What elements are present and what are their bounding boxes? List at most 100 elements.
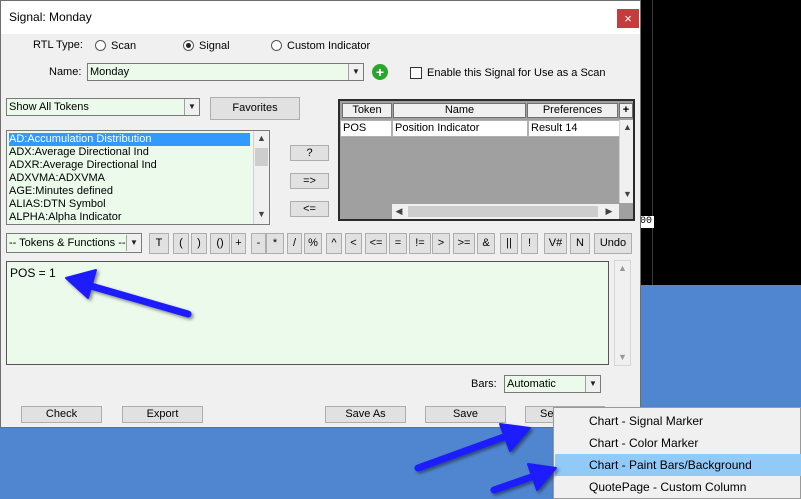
chevron-down-icon[interactable]: ▼ bbox=[620, 187, 633, 202]
token-grid[interactable]: Token Name Preferences + POS Position In… bbox=[338, 99, 635, 221]
operator-button-minus[interactable]: - bbox=[251, 233, 266, 254]
menu-item-chart-paint-bars[interactable]: Chart - Paint Bars/Background bbox=[555, 454, 801, 476]
name-label: Name: bbox=[49, 66, 82, 78]
add-signal-icon[interactable]: + bbox=[372, 64, 388, 80]
menu-item-chart-signal-marker[interactable]: Chart - Signal Marker bbox=[555, 410, 801, 432]
close-button[interactable]: × bbox=[617, 9, 639, 28]
chevron-down-icon[interactable]: ▼ bbox=[615, 350, 630, 365]
functions-combobox[interactable]: -- Tokens & Functions -- ▼ bbox=[6, 233, 142, 253]
chevron-up-icon[interactable]: ▲ bbox=[254, 131, 269, 146]
list-item[interactable]: ADXVMA:ADXVMA bbox=[9, 172, 105, 185]
name-value: Monday bbox=[90, 66, 130, 78]
check-button[interactable]: Check bbox=[21, 406, 102, 423]
grid-cell-name[interactable]: Position Indicator bbox=[392, 120, 528, 137]
remove-token-button[interactable]: <= bbox=[290, 201, 329, 217]
operator-button-t[interactable]: T bbox=[149, 233, 169, 254]
chevron-left-icon[interactable]: ◀ bbox=[392, 204, 406, 219]
token-list-scrollbar[interactable]: ▲ ▼ bbox=[253, 131, 269, 224]
name-combobox[interactable]: Monday ▼ bbox=[87, 63, 364, 81]
background-chart-gridline bbox=[652, 0, 653, 285]
operator-button-close-paren[interactable]: ) bbox=[191, 233, 207, 254]
grid-horizontal-scrollbar[interactable]: ◀ ▶ bbox=[392, 204, 619, 219]
formula-text: POS = 1 bbox=[10, 266, 56, 280]
send-to-context-menu: Chart - Signal Marker Chart - Color Mark… bbox=[553, 407, 801, 499]
add-row-icon[interactable]: + bbox=[619, 103, 633, 118]
enable-scan-label[interactable]: Enable this Signal for Use as a Scan bbox=[427, 67, 606, 79]
save-button[interactable]: Save bbox=[425, 406, 506, 423]
background-price-label: 00 bbox=[640, 216, 654, 228]
chevron-down-icon[interactable]: ▼ bbox=[348, 64, 363, 80]
grid-cell-token[interactable]: POS bbox=[340, 120, 392, 137]
chevron-down-icon[interactable]: ▼ bbox=[126, 235, 141, 251]
arrow-icon bbox=[490, 463, 557, 494]
radio-custom-indicator-label[interactable]: Custom Indicator bbox=[287, 40, 370, 52]
list-item[interactable]: ALIAS:DTN Symbol bbox=[9, 198, 106, 211]
list-item[interactable]: ALPHA:Alpha Indicator bbox=[9, 211, 122, 224]
operator-button-number[interactable]: N bbox=[570, 233, 590, 254]
operator-button-or[interactable]: || bbox=[500, 233, 518, 254]
grid-header-preferences[interactable]: Preferences bbox=[527, 103, 618, 118]
grid-vertical-scrollbar[interactable]: ▲ ▼ bbox=[619, 120, 633, 203]
chevron-down-icon[interactable]: ▼ bbox=[254, 207, 269, 222]
operator-button-greater-than[interactable]: > bbox=[432, 233, 450, 254]
bars-value: Automatic bbox=[507, 378, 556, 390]
grid-cell-preferences[interactable]: Result 14 bbox=[528, 120, 620, 137]
chevron-up-icon[interactable]: ▲ bbox=[620, 120, 633, 135]
add-token-button[interactable]: => bbox=[290, 173, 329, 189]
operator-button-greater-equal[interactable]: >= bbox=[453, 233, 475, 254]
operator-button-not[interactable]: ! bbox=[521, 233, 538, 254]
arrow-icon bbox=[414, 423, 531, 472]
operator-button-power[interactable]: ^ bbox=[326, 233, 342, 254]
list-item[interactable]: AGE:Minutes defined bbox=[9, 185, 113, 198]
radio-custom-indicator[interactable] bbox=[271, 40, 282, 51]
enable-scan-checkbox[interactable] bbox=[410, 67, 422, 79]
token-filter-value: Show All Tokens bbox=[9, 101, 89, 113]
operator-button-and[interactable]: & bbox=[477, 233, 495, 254]
save-as-button[interactable]: Save As bbox=[325, 406, 406, 423]
operator-button-modulo[interactable]: % bbox=[304, 233, 322, 254]
operator-button-equal[interactable]: = bbox=[389, 233, 407, 254]
chevron-right-icon[interactable]: ▶ bbox=[602, 204, 616, 219]
radio-scan[interactable] bbox=[95, 40, 106, 51]
operator-button-open-paren[interactable]: ( bbox=[173, 233, 189, 254]
operator-button-not-equal[interactable]: != bbox=[409, 233, 431, 254]
export-button[interactable]: Export bbox=[122, 406, 203, 423]
window-title: Signal: Monday bbox=[9, 10, 92, 24]
menu-item-quotepage-custom-column[interactable]: QuotePage - Custom Column bbox=[555, 476, 801, 498]
grid-header-name[interactable]: Name bbox=[393, 103, 526, 118]
formula-editor[interactable]: POS = 1 bbox=[6, 261, 609, 365]
menu-item-chart-color-marker[interactable]: Chart - Color Marker bbox=[555, 432, 801, 454]
radio-signal-label[interactable]: Signal bbox=[199, 40, 230, 52]
help-button[interactable]: ? bbox=[290, 145, 329, 161]
close-icon: × bbox=[624, 11, 632, 26]
bars-label: Bars: bbox=[471, 378, 497, 390]
functions-value: -- Tokens & Functions -- bbox=[9, 237, 126, 249]
chevron-down-icon[interactable]: ▼ bbox=[184, 99, 199, 115]
list-item[interactable]: AD:Accumulation Distribution bbox=[9, 133, 250, 146]
rtl-type-label: RTL Type: bbox=[33, 39, 83, 51]
list-item[interactable]: ADXR:Average Directional Ind bbox=[9, 159, 157, 172]
radio-scan-label[interactable]: Scan bbox=[111, 40, 136, 52]
scrollbar-thumb[interactable] bbox=[255, 148, 268, 166]
operator-button-parens[interactable]: () bbox=[210, 233, 230, 254]
list-item[interactable]: ADX:Average Directional Ind bbox=[9, 146, 149, 159]
scrollbar-thumb[interactable] bbox=[408, 206, 598, 217]
radio-signal[interactable] bbox=[183, 40, 194, 51]
editor-scrollbar[interactable]: ▲ ▼ bbox=[614, 260, 631, 366]
operator-button-less-equal[interactable]: <= bbox=[365, 233, 387, 254]
operator-button-divide[interactable]: / bbox=[287, 233, 302, 254]
bars-combobox[interactable]: Automatic ▼ bbox=[504, 375, 601, 393]
chevron-down-icon[interactable]: ▼ bbox=[585, 376, 600, 392]
token-list[interactable]: AD:Accumulation Distribution ADX:Average… bbox=[6, 130, 270, 225]
grid-header-token[interactable]: Token bbox=[342, 103, 392, 118]
operator-button-plus[interactable]: + bbox=[231, 233, 246, 254]
operator-button-variable[interactable]: V# bbox=[544, 233, 567, 254]
undo-button[interactable]: Undo bbox=[594, 233, 632, 254]
operator-button-multiply[interactable]: * bbox=[266, 233, 284, 254]
token-filter-combobox[interactable]: Show All Tokens ▼ bbox=[6, 98, 200, 116]
title-bar[interactable]: Signal: Monday × bbox=[1, 1, 640, 34]
operator-button-less-than[interactable]: < bbox=[345, 233, 362, 254]
chevron-up-icon[interactable]: ▲ bbox=[615, 261, 630, 276]
background-chart-area bbox=[640, 0, 801, 285]
favorites-button[interactable]: Favorites bbox=[210, 97, 300, 120]
